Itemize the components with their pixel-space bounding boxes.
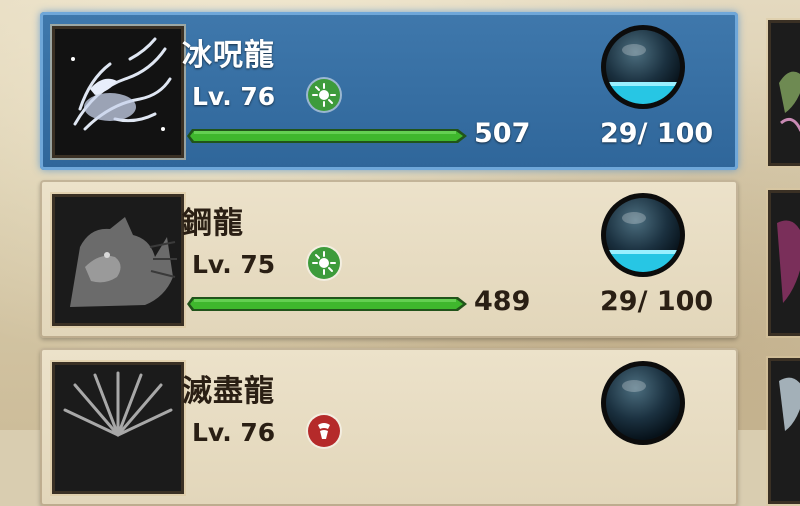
- monster-card-1[interactable]: 冰呪龍 Lv. 76 507 29/ 100: [40, 12, 738, 170]
- xp-value: 507: [474, 118, 531, 149]
- monster-name: 滅盡龍: [182, 374, 275, 409]
- orb-gauge-icon: [600, 24, 686, 110]
- orb-counter: 29/ 100: [600, 118, 714, 149]
- thunder-green-icon: [308, 247, 340, 279]
- monster-level: Lv. 76: [192, 82, 276, 111]
- monster-card-3[interactable]: 滅盡龍 Lv. 76: [40, 348, 738, 506]
- monster-portrait-icon: [52, 194, 184, 326]
- next-column-portrait-icon[interactable]: [768, 358, 800, 504]
- next-column-portrait-icon[interactable]: [768, 20, 800, 166]
- orb-gauge-icon: [600, 192, 686, 278]
- dragon-red-icon: [308, 415, 340, 447]
- monster-name: 冰呪龍: [182, 38, 275, 73]
- monster-level: Lv. 76: [192, 418, 276, 447]
- orb-counter: 29/ 100: [600, 286, 714, 317]
- orb-gauge-icon: [600, 360, 686, 446]
- thunder-green-icon: [308, 79, 340, 111]
- monster-portrait-icon: [52, 26, 184, 158]
- xp-bar: [186, 296, 468, 312]
- next-column-portrait-icon[interactable]: [768, 190, 800, 336]
- xp-value: 489: [474, 286, 531, 317]
- monster-level: Lv. 75: [192, 250, 276, 279]
- xp-bar: [186, 128, 468, 144]
- monster-name: 鋼龍: [182, 206, 244, 241]
- monster-card-2[interactable]: 鋼龍 Lv. 75 489 29/ 100: [40, 180, 738, 338]
- monster-portrait-icon: [52, 362, 184, 494]
